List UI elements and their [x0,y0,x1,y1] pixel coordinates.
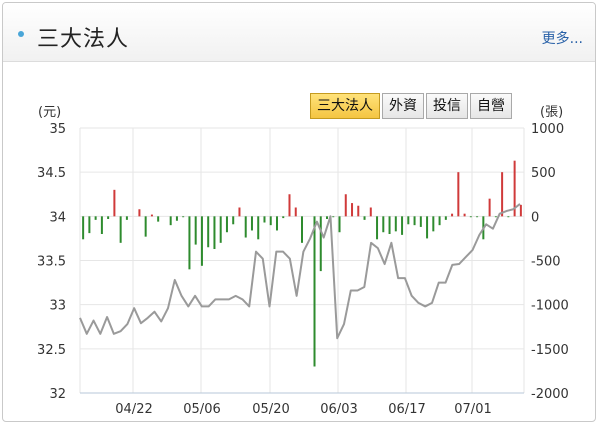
net-bar [376,216,379,240]
net-bar [294,207,297,217]
right-tick-label: 500 [531,166,556,181]
right-axis-ticks: 1000 500 0 -500 -1000 -1500 -2000 [531,122,569,402]
net-bar [138,209,141,217]
net-bar [507,216,510,218]
net-bar [338,216,341,233]
left-tick-label: 32.5 [37,343,66,358]
net-bar [94,216,97,220]
x-tick-label: 06/03 [320,402,357,417]
net-bar [263,216,266,223]
net-bar [463,213,466,217]
left-tick-label: 34.5 [37,166,66,181]
net-bar [394,216,397,232]
right-tick-label: -2000 [531,387,569,402]
net-bar [426,216,429,239]
net-bar [313,216,316,367]
left-axis-ticks: 35 34.5 34 33.5 33 32.5 32 [37,122,66,402]
net-bar [494,216,497,218]
net-bar [238,207,241,217]
net-bar [432,216,435,232]
net-bar [319,216,322,272]
net-bar [200,216,203,266]
net-bar [207,216,210,248]
net-bar [332,216,335,218]
net-bar [107,216,110,219]
net-bar [150,214,153,217]
net-bar [257,216,260,240]
net-bar [88,216,91,234]
net-bar [519,204,522,217]
net-bar [451,213,454,217]
right-tick-label: 0 [531,210,539,225]
net-bar [401,216,404,235]
net-bar [282,216,285,219]
net-bar [363,216,366,220]
net-bar [488,198,491,217]
net-bar [113,189,116,217]
net-bar [100,216,103,234]
net-bar [501,172,504,217]
net-bar [82,216,85,240]
net-bar [413,216,416,226]
x-tick-label: 05/06 [183,402,220,417]
net-bar [232,216,235,225]
net-bar [194,216,197,245]
left-tick-label: 33.5 [37,255,66,270]
net-bar [244,216,247,238]
net-bar [157,216,160,222]
net-bar [250,216,253,231]
net-bar [357,205,360,217]
net-bar [444,216,447,220]
net-bar [219,216,222,243]
net-bar [288,194,291,217]
net-bar [175,216,178,221]
net-bar [438,216,441,226]
net-bar [169,216,172,226]
net-bar [269,216,272,226]
left-tick-label: 33 [49,299,66,314]
net-bar [301,216,303,243]
net-bar [382,216,385,233]
right-tick-label: -1000 [531,299,569,314]
left-tick-label: 34 [49,210,66,225]
right-tick-label: 1000 [531,122,564,137]
net-bar [188,216,191,270]
left-tick-label: 35 [49,122,66,137]
net-bar [457,172,460,217]
net-bar [275,216,278,231]
x-tick-label: 05/20 [252,402,289,417]
net-bar [344,194,347,217]
net-bar [119,216,122,243]
x-tick-label: 06/17 [388,402,425,417]
net-bar [369,207,372,217]
net-bar [144,216,147,237]
x-axis-ticks: 04/22 05/06 05/20 06/03 06/17 07/01 [115,402,491,417]
net-bar [407,216,410,225]
x-tick-label: 04/22 [115,402,152,417]
left-tick-label: 32 [49,387,66,402]
right-tick-label: -500 [531,255,561,270]
net-bar [419,216,422,227]
net-bar [388,216,391,234]
net-bar [125,216,128,220]
net-bar [326,216,329,219]
right-tick-label: -1500 [531,343,569,358]
net-bar [469,216,472,218]
net-bar [351,203,354,217]
x-tick-label: 07/01 [454,402,491,417]
chart-canvas: 35 34.5 34 33.5 33 32.5 32 1000 500 0 -500 -1000 -1… [37,122,569,417]
net-bar [476,216,479,218]
net-bar [213,216,216,250]
net-bar [225,216,228,233]
net-bar [182,216,185,218]
